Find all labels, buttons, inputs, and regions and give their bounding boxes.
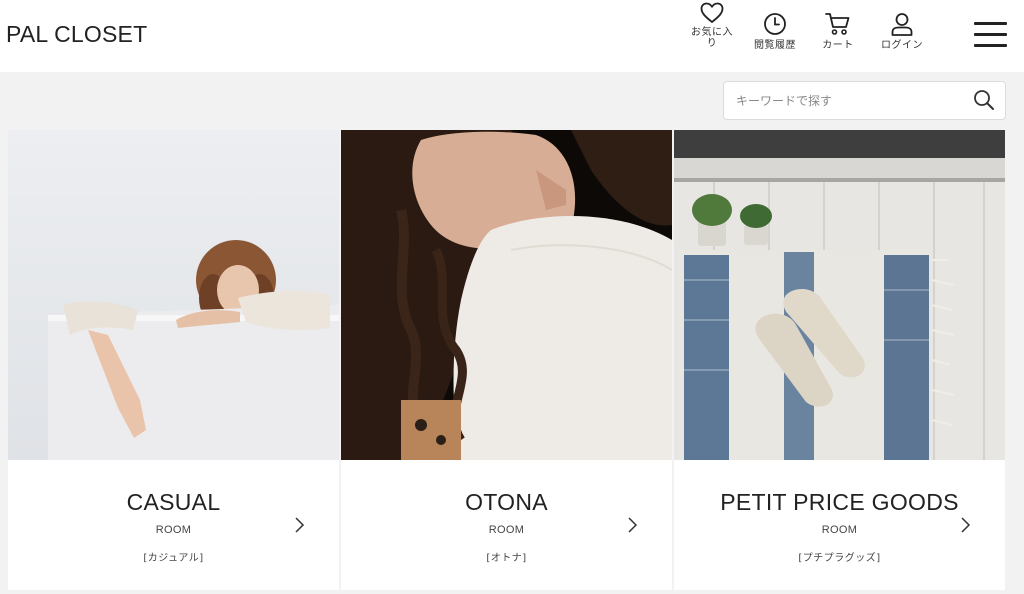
- room-subtitle: ROOM: [155, 524, 192, 536]
- casual-room-photo: [8, 130, 339, 460]
- search-input[interactable]: [736, 82, 956, 119]
- room-subtitle: ROOM: [488, 524, 525, 536]
- chevron-right-icon: [295, 517, 305, 533]
- login-label: ログイン: [881, 40, 923, 51]
- search-icon[interactable]: [973, 89, 995, 111]
- room-subtitle: ROOM: [821, 524, 858, 536]
- room-title: CASUAL: [126, 489, 221, 515]
- cart-label: カート: [822, 40, 854, 51]
- room-title: OTONA: [465, 489, 548, 515]
- otona-room-photo: [341, 130, 672, 460]
- search-box: [723, 81, 1006, 120]
- history-link[interactable]: 閲覧履歴: [748, 12, 802, 84]
- user-icon: [891, 13, 913, 36]
- site-logo[interactable]: PAL CLOSET: [6, 21, 147, 48]
- room-japanese-label: [カジュアル]: [143, 553, 204, 564]
- favorites-link[interactable]: お気に入り: [689, 2, 735, 74]
- cart-link[interactable]: カート: [815, 12, 861, 84]
- login-link[interactable]: ログイン: [875, 12, 929, 84]
- cart-icon: [825, 13, 850, 35]
- history-label: 閲覧履歴: [754, 40, 796, 51]
- room-japanese-label: [オトナ]: [486, 553, 527, 564]
- clock-icon: [764, 13, 786, 35]
- room-title: PETIT PRICE GOODS: [720, 489, 959, 515]
- chevron-right-icon: [628, 517, 638, 533]
- hamburger-menu-icon[interactable]: [972, 20, 1008, 50]
- favorites-label: お気に入り: [691, 27, 733, 49]
- casual-room-card[interactable]: CASUAL ROOM [カジュアル]: [8, 130, 339, 590]
- petit-price-goods-room-card[interactable]: PETIT PRICE GOODS ROOM [プチプラグッズ]: [674, 130, 1005, 590]
- petit-price-goods-room-photo: [674, 130, 1005, 460]
- room-japanese-label: [プチプラグッズ]: [798, 553, 881, 564]
- site-header: PAL CLOSET お気に入り 閲覧履歴 カート ログイン: [0, 0, 1024, 72]
- otona-room-card[interactable]: OTONA ROOM [オトナ]: [341, 130, 672, 590]
- heart-icon: [700, 2, 724, 23]
- chevron-right-icon: [961, 517, 971, 533]
